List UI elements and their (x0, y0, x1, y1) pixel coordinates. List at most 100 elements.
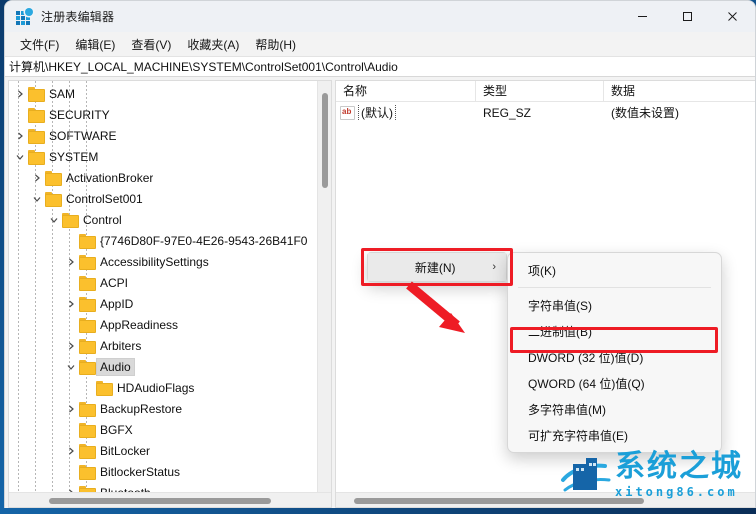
tree-item-accessibilitysettings[interactable]: AccessibilitySettings (9, 251, 331, 272)
tree-item-label: BGFX (100, 422, 133, 437)
tree-item-arbiters[interactable]: Arbiters (9, 335, 331, 356)
value-type-cell: REG_SZ (483, 105, 532, 120)
context-menu-item-label: DWORD (32 位)值(D) (528, 350, 644, 365)
tree-item-label: Audio (96, 357, 135, 376)
title-bar: 注册表编辑器 (5, 1, 755, 32)
tree-item-label: Control (83, 212, 122, 227)
tree-item-label: {7746D80F-97E0-4E26-9543-26B41F0 (100, 233, 308, 248)
value-name-text: (默认) (358, 104, 396, 121)
chevron-down-icon[interactable] (29, 191, 45, 207)
folder-icon (28, 108, 45, 123)
folder-icon (79, 444, 96, 459)
tree-vertical-scrollbar[interactable] (317, 81, 331, 492)
chevron-right-icon[interactable] (63, 443, 79, 459)
folder-icon (79, 402, 96, 417)
chevron-right-icon: › (492, 261, 496, 273)
tree-item-appid[interactable]: AppID (9, 293, 331, 314)
tree-item-backuprestore[interactable]: BackupRestore (9, 398, 331, 419)
tree-item-label: ActivationBroker (66, 170, 154, 185)
tree-item-bitlocker[interactable]: BitLocker (9, 440, 331, 461)
menu-help[interactable]: 帮助(H) (247, 34, 304, 55)
close-button[interactable] (710, 1, 755, 32)
context-menu-item-label: 多字符串值(M) (528, 402, 606, 417)
tree-item-label: Arbiters (100, 338, 142, 353)
menu-favorites[interactable]: 收藏夹(A) (179, 34, 247, 55)
folder-icon (79, 318, 96, 333)
menu-file[interactable]: 文件(F) (12, 34, 67, 55)
tree-item-label: AccessibilitySettings (100, 254, 209, 269)
menu-edit[interactable]: 编辑(E) (67, 34, 123, 55)
menu-bar: 文件(F) 编辑(E) 查看(V) 收藏夹(A) 帮助(H) (5, 32, 755, 56)
tree-item-software[interactable]: SOFTWARE (9, 125, 331, 146)
chevron-right-icon[interactable] (63, 296, 79, 312)
context-menu-item-new[interactable]: 新建(N) › (368, 253, 506, 281)
chevron-right-icon[interactable] (12, 86, 28, 102)
tree-item-control[interactable]: Control (9, 209, 331, 230)
values-horizontal-scrollbar[interactable] (336, 492, 755, 507)
key-tree[interactable]: SAM SECURITY SOFTWARE SYSTEM ActivationBroke… (9, 81, 331, 492)
tree-item-appreadiness[interactable]: AppReadiness (9, 314, 331, 335)
value-data-cell: (数值未设置) (611, 106, 679, 120)
tree-item-bgfx[interactable]: BGFX (9, 419, 331, 440)
minimize-button[interactable] (620, 1, 665, 32)
ctx-new-expandstring[interactable]: 可扩充字符串值(E) (508, 422, 721, 448)
ctx-new-qword[interactable]: QWORD (64 位)值(Q) (508, 370, 721, 396)
folder-icon (79, 339, 96, 354)
tree-item-7746d80f97e04e26954326b41f0[interactable]: {7746D80F-97E0-4E26-9543-26B41F0 (9, 230, 331, 251)
maximize-button[interactable] (665, 1, 710, 32)
chevron-down-icon[interactable] (12, 149, 28, 165)
folder-icon (79, 423, 96, 438)
tree-item-system[interactable]: SYSTEM (9, 146, 331, 167)
folder-icon (79, 255, 96, 270)
chevron-right-icon[interactable] (63, 254, 79, 270)
key-tree-pane: SAM SECURITY SOFTWARE SYSTEM ActivationBroke… (8, 80, 332, 508)
context-submenu-new-types: 项(K) 字符串值(S) 二进制值(B) DWORD (32 位)值(D) QWORD … (507, 252, 722, 453)
tree-item-sam[interactable]: SAM (9, 83, 331, 104)
values-column-headers: 名称 类型 数据 (336, 80, 755, 102)
chevron-right-icon[interactable] (63, 338, 79, 354)
chevron-right-icon[interactable] (63, 401, 79, 417)
ctx-new-key[interactable]: 项(K) (508, 257, 721, 283)
tree-horizontal-scrollbar[interactable] (9, 492, 331, 507)
tree-item-label: BackupRestore (100, 401, 183, 416)
context-menu-item-label: 字符串值(S) (528, 298, 592, 313)
context-menu-item-label: 可扩充字符串值(E) (528, 428, 628, 443)
table-row[interactable]: (默认) REG_SZ (数值未设置) (336, 102, 755, 123)
tree-item-bluetooth[interactable]: Bluetooth (9, 482, 331, 492)
folder-icon (28, 87, 45, 102)
folder-icon (28, 150, 45, 165)
tree-item-activationbroker[interactable]: ActivationBroker (9, 167, 331, 188)
folder-icon (79, 465, 96, 480)
ctx-new-dword[interactable]: DWORD (32 位)值(D) (508, 344, 721, 370)
ctx-new-multistring[interactable]: 多字符串值(M) (508, 396, 721, 422)
ctx-new-binary[interactable]: 二进制值(B) (508, 318, 721, 344)
regedit-icon (16, 7, 33, 25)
tree-item-hdaudioflags[interactable]: HDAudioFlags (9, 377, 331, 398)
chevron-down-icon[interactable] (46, 212, 62, 228)
folder-icon (28, 129, 45, 144)
address-bar[interactable]: 计算机\HKEY_LOCAL_MACHINE\SYSTEM\ControlSet… (5, 56, 755, 77)
column-header-type[interactable]: 类型 (476, 80, 604, 102)
context-menu-new: 新建(N) › (367, 252, 507, 282)
folder-icon (79, 297, 96, 312)
tree-item-label: BitLocker (100, 443, 151, 458)
value-name-cell[interactable]: (默认) (336, 104, 476, 121)
folder-icon (45, 171, 62, 186)
tree-item-security[interactable]: SECURITY (9, 104, 331, 125)
column-header-name[interactable]: 名称 (336, 80, 476, 102)
chevron-down-icon[interactable] (63, 359, 79, 375)
tree-item-controlset001[interactable]: ControlSet001 (9, 188, 331, 209)
tree-item-bitlockerstatus[interactable]: BitlockerStatus (9, 461, 331, 482)
chevron-right-icon[interactable] (29, 170, 45, 186)
ctx-new-string[interactable]: 字符串值(S) (508, 292, 721, 318)
tree-item-acpi[interactable]: ACPI (9, 272, 331, 293)
menu-view[interactable]: 查看(V) (123, 34, 179, 55)
folder-icon (79, 360, 96, 375)
tree-item-audio[interactable]: Audio (9, 356, 331, 377)
chevron-right-icon[interactable] (12, 128, 28, 144)
column-header-data[interactable]: 数据 (604, 81, 755, 102)
chevron-right-icon[interactable] (63, 485, 79, 492)
